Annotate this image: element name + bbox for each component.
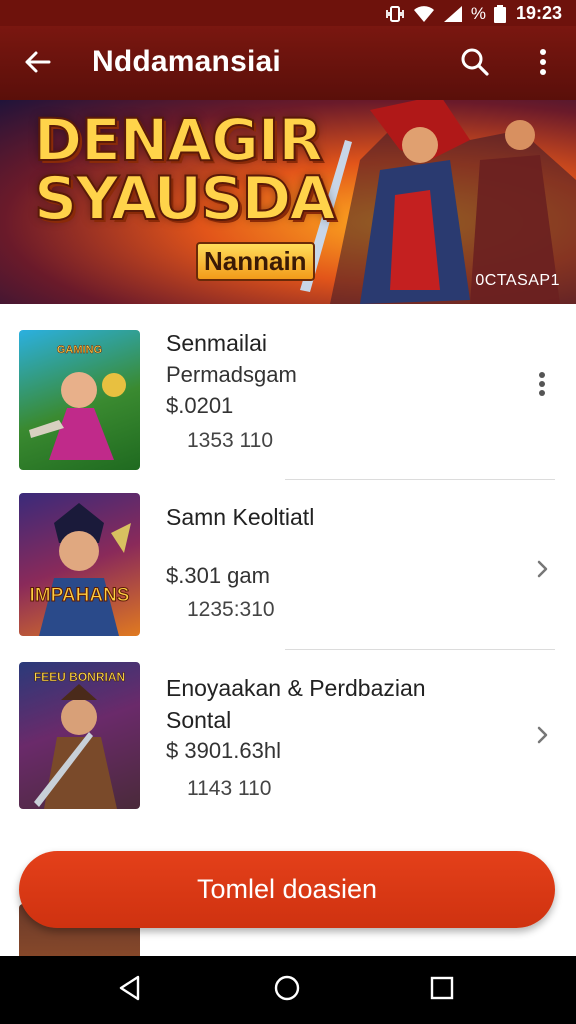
game-thumbnail: GAMING — [19, 330, 140, 470]
status-time: 19:23 — [515, 3, 562, 23]
thumbnail-caption: FEEU BONRIAN — [33, 670, 126, 685]
status-icons: % 19:23 — [385, 3, 562, 24]
item-name: Samn Keoltiatl — [166, 504, 315, 530]
thumbnail-caption: IMPAHANS — [29, 585, 130, 607]
game-thumbnail: IMPAHANS — [19, 493, 140, 636]
search-button[interactable] — [454, 43, 496, 85]
promo-banner[interactable]: DENAGIR SYAUSDA Nannain 0CTASAP1 — [0, 100, 576, 304]
primary-action-button[interactable]: Tomlel doasien — [19, 851, 555, 928]
list-item[interactable]: GAMING Senmailai Permadsgam $.0201 1353 … — [0, 304, 576, 480]
arrow-left-icon — [23, 50, 51, 79]
page-title: Nddamansiai — [92, 45, 281, 78]
nav-home-button[interactable] — [269, 972, 305, 1008]
wifi-icon — [413, 5, 435, 23]
kebab-icon — [530, 372, 554, 404]
battery-icon — [493, 4, 506, 23]
game-thumbnail: FEEU BONRIAN — [19, 662, 140, 809]
item-subtitle: Sontal — [166, 707, 232, 733]
item-open-button[interactable] — [530, 557, 554, 581]
square-recents-icon — [430, 976, 454, 1005]
more-vert-icon — [539, 48, 547, 81]
search-icon — [460, 47, 490, 82]
item-price: $ 3901.63hl — [166, 738, 281, 763]
nav-back-button[interactable] — [112, 972, 148, 1008]
overflow-menu-button[interactable] — [522, 43, 564, 85]
chevron-right-icon — [530, 560, 554, 585]
item-count: 1353 110 — [187, 429, 274, 452]
list-item[interactable]: IMPAHANS Samn Keoltiatl $.301 gam 1235:3… — [0, 480, 576, 650]
banner-subtitle: Nannain — [196, 242, 315, 281]
app-bar: Nddamansiai — [0, 26, 576, 100]
item-name: Senmailai — [166, 330, 267, 356]
system-nav-bar — [0, 956, 576, 1024]
back-button[interactable] — [16, 43, 58, 85]
list-item[interactable]: FEEU BONRIAN Enoyaakan & Perdbazian Sont… — [0, 650, 576, 825]
item-price: $.0201 — [166, 393, 234, 418]
signal-icon — [443, 5, 463, 23]
item-price: $.301 gam — [166, 563, 270, 588]
vibrate-icon — [385, 5, 405, 23]
status-bar: % 19:23 — [0, 0, 576, 26]
circle-home-icon — [273, 974, 301, 1007]
item-subtitle: Permadsgam — [166, 362, 297, 387]
item-menu-button[interactable] — [530, 370, 554, 400]
item-count: 1235:310 — [187, 598, 275, 621]
item-name: Enoyaakan & Perdbazian — [166, 675, 426, 701]
battery-percent: % — [470, 3, 486, 23]
item-count: 1143 110 — [187, 777, 272, 800]
thumbnail-caption: GAMING — [56, 344, 103, 357]
nav-recents-button[interactable] — [424, 972, 460, 1008]
chevron-right-icon — [530, 726, 554, 751]
item-open-button[interactable] — [530, 723, 554, 747]
banner-code: 0CTASAP1 — [475, 272, 560, 289]
triangle-back-icon — [118, 975, 142, 1006]
banner-title-line2: SYAUSDA — [33, 163, 337, 235]
